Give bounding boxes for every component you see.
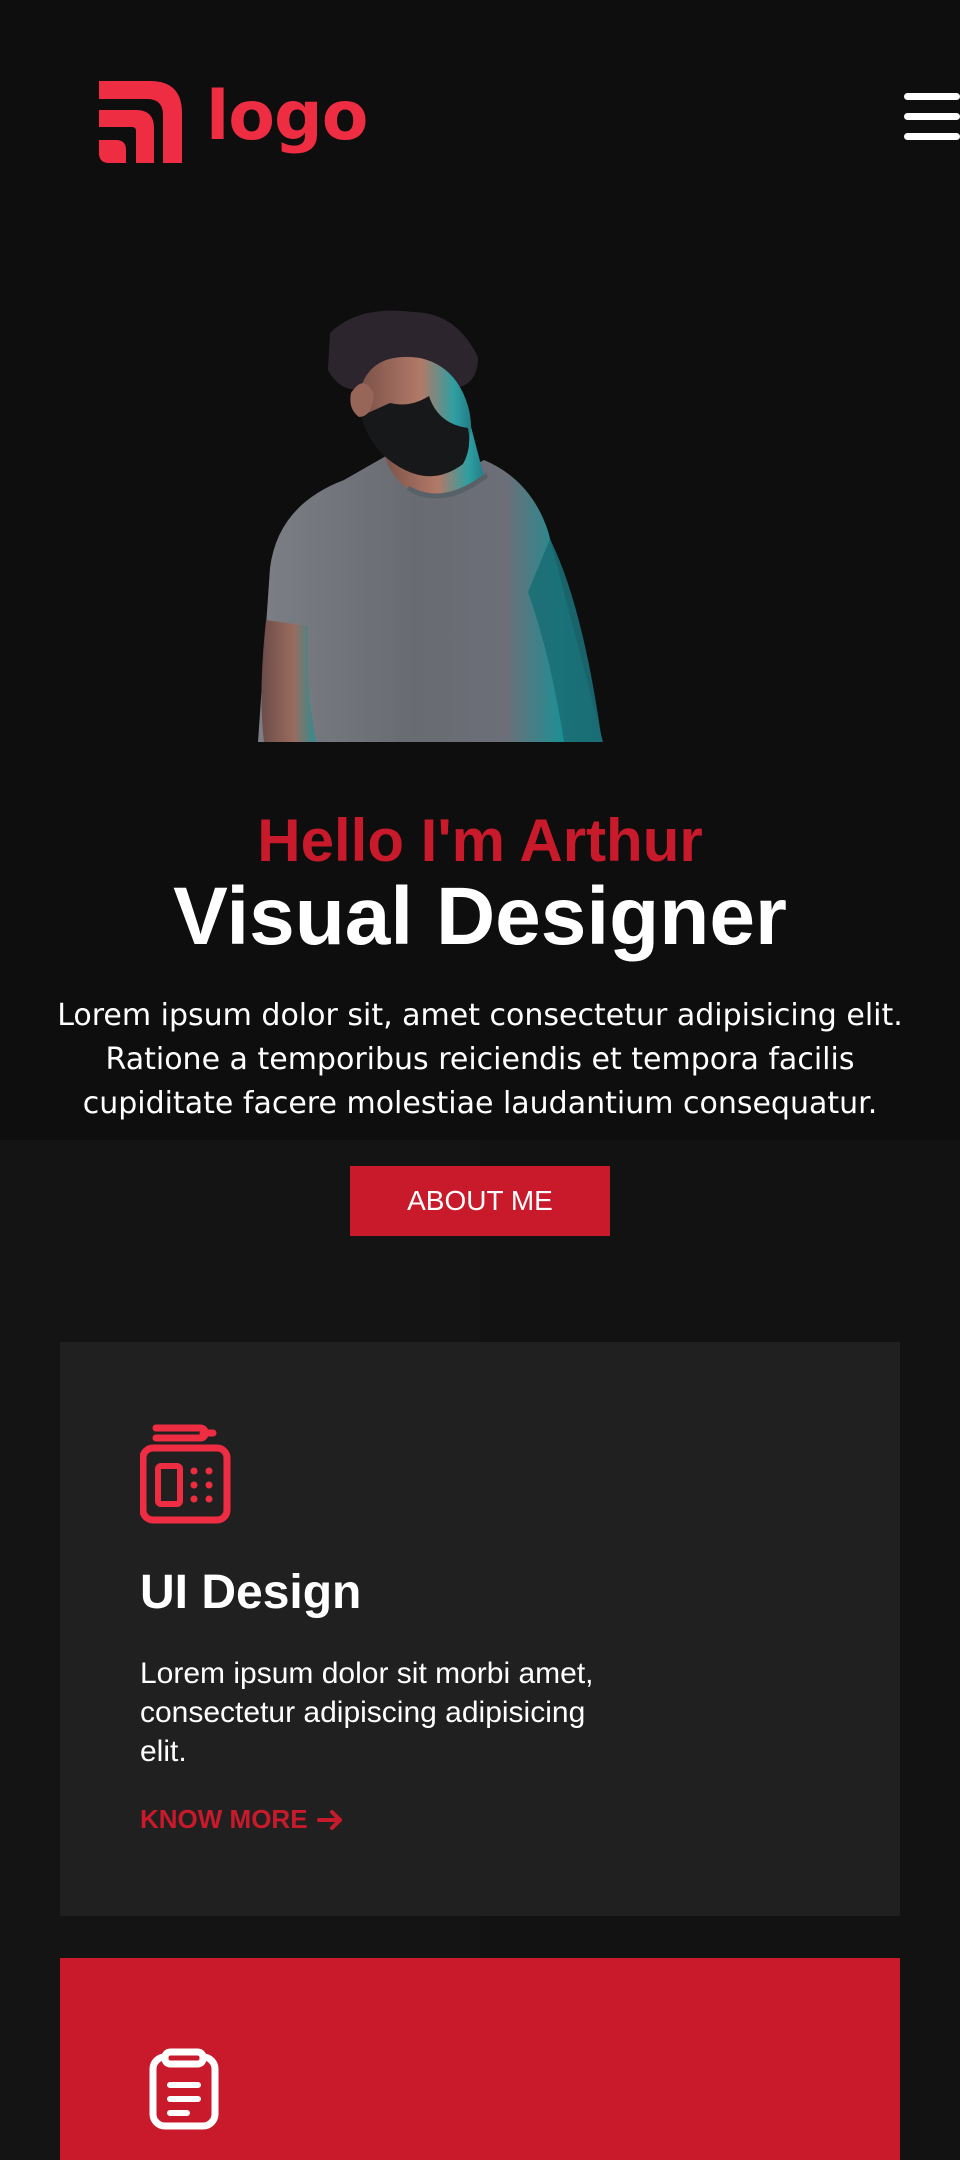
hero-description: Lorem ipsum dolor sit, amet consectetur … [57,998,903,1121]
service-card-ui-design: UI Design Lorem ipsum dolor sit morbi am… [60,1342,900,1916]
service-description: Lorem ipsum dolor sit morbi amet, consec… [140,1657,594,1768]
ui-design-icon [140,1424,231,1524]
portrait-photo [258,310,603,742]
menu-line-top [904,93,960,100]
logo-text: logo [206,77,368,156]
hero-heading: Hello I'm Arthur Visual Designer [0,805,960,961]
service-title: UI Design [140,1566,362,1619]
service-card-clipboard [60,1958,900,2160]
hero-greeting: Hello I'm Arthur [257,807,703,874]
hero-role: Visual Designer [173,871,787,962]
portfolio-page: logo Hello I'm Arthur Visual Designer Lo… [0,0,960,2160]
site-header: logo [0,0,960,240]
arrow-right-icon [316,1809,342,1830]
hamburger-menu-button[interactable] [900,90,960,144]
know-more-link[interactable]: KNOW MORE [140,1804,344,1835]
menu-line-bottom [904,133,960,140]
logo-mark-icon [99,81,182,163]
know-more-label: KNOW MORE [140,1804,308,1834]
clipboard-icon [149,2048,219,2130]
about-me-button[interactable]: ABOUT ME [350,1166,610,1236]
site-logo-link[interactable]: logo [98,78,368,166]
menu-line-middle [904,113,960,120]
